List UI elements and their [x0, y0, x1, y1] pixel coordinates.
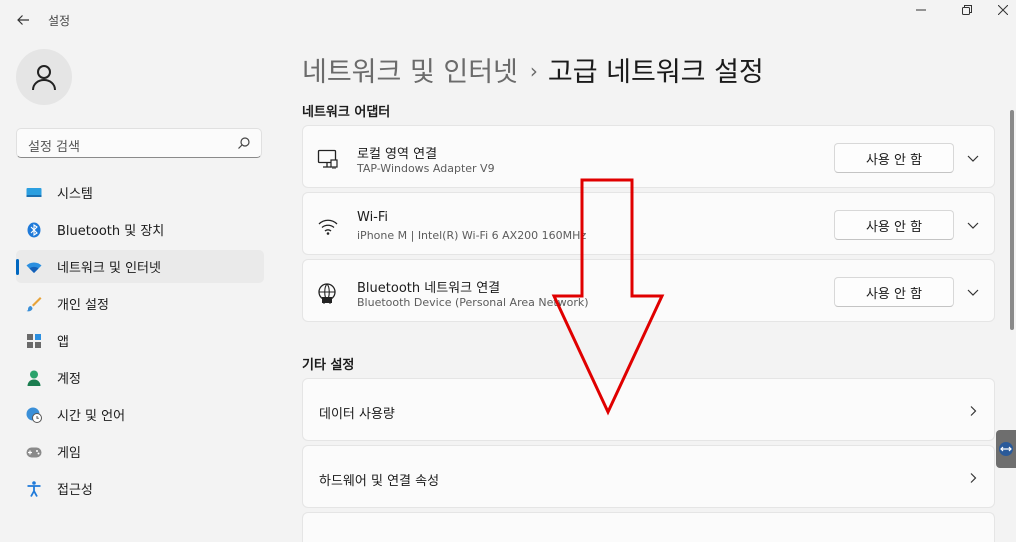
bluetooth-icon	[26, 222, 42, 238]
adapter-card-ethernet[interactable]: 로컬 영역 연결 TAP-Windows Adapter V9 사용 안 함	[302, 125, 995, 188]
disable-button[interactable]: 사용 안 함	[834, 210, 954, 240]
sidebar-item-bluetooth[interactable]: Bluetooth 및 장치	[16, 213, 264, 246]
sidebar-item-time-language[interactable]: 시간 및 언어	[16, 398, 264, 431]
data-usage-link[interactable]: 데이터 사용량	[302, 378, 995, 441]
back-arrow-icon	[17, 15, 29, 25]
search-input[interactable]: 설정 검색	[16, 128, 262, 158]
adapter-name: Bluetooth 네트워크 연결	[357, 281, 501, 296]
sidebar-item-label: 앱	[57, 335, 69, 350]
breadcrumb-parent[interactable]: 네트워크 및 인터넷	[302, 57, 518, 88]
sidebar-item-label: 시스템	[57, 187, 93, 202]
sidebar-item-label: 게임	[57, 446, 81, 461]
minimize-button[interactable]	[898, 0, 944, 20]
close-button[interactable]	[990, 0, 1016, 20]
sidebar-item-label: 계정	[57, 372, 81, 387]
hardware-properties-link[interactable]: 하드웨어 및 연결 속성	[302, 445, 995, 508]
link-title: 데이터 사용량	[319, 407, 395, 422]
sidebar-item-network[interactable]: 네트워크 및 인터넷	[16, 250, 264, 283]
disable-button[interactable]: 사용 안 함	[834, 143, 954, 173]
chevron-down-icon[interactable]	[965, 284, 981, 300]
restore-icon	[962, 5, 972, 15]
bluetooth-network-icon	[318, 283, 336, 304]
sidebar-item-personalization[interactable]: 개인 설정	[16, 287, 264, 320]
adapter-description: iPhone M | Intel(R) Wi-Fi 6 AX200 160MHz	[357, 229, 587, 242]
sidebar: 설정 검색 시스템 Bluetooth 및 장치 네트워크 및 인터넷 개인 설…	[0, 40, 280, 524]
wifi-icon	[318, 219, 338, 235]
gamepad-icon	[26, 444, 42, 460]
sidebar-item-label: 개인 설정	[57, 298, 109, 313]
adapter-name: 로컬 영역 연결	[357, 147, 438, 162]
wifi-icon	[26, 259, 42, 275]
breadcrumb-separator: ›	[529, 58, 538, 83]
sidebar-nav: 시스템 Bluetooth 및 장치 네트워크 및 인터넷 개인 설정 앱 계정…	[16, 176, 264, 509]
adapter-card-bluetooth[interactable]: Bluetooth 네트워크 연결 Bluetooth Device (Pers…	[302, 259, 995, 322]
section-title-adapters: 네트워크 어댑터	[302, 105, 391, 120]
ethernet-icon	[317, 149, 338, 169]
close-icon	[998, 5, 1008, 15]
sidebar-item-apps[interactable]: 앱	[16, 324, 264, 357]
adapter-description: TAP-Windows Adapter V9	[357, 162, 495, 175]
back-button[interactable]	[10, 8, 36, 32]
chevron-right-icon	[970, 406, 977, 416]
globe-clock-icon	[26, 407, 42, 423]
section-title-other: 기타 설정	[302, 358, 355, 373]
sidebar-item-label: 시간 및 언어	[57, 409, 126, 424]
sidebar-item-system[interactable]: 시스템	[16, 176, 264, 209]
scrollbar-thumb[interactable]	[1010, 110, 1014, 330]
minimize-icon	[916, 9, 926, 11]
sidebar-item-label: 네트워크 및 인터넷	[57, 261, 161, 276]
chevron-right-icon	[970, 473, 977, 483]
page-title: 고급 네트워크 설정	[547, 57, 764, 88]
disable-button[interactable]: 사용 안 함	[834, 277, 954, 307]
breadcrumb: 네트워크 및 인터넷 › 고급 네트워크 설정	[302, 50, 764, 89]
adapter-description: Bluetooth Device (Personal Area Network)	[357, 296, 589, 309]
accessibility-icon	[26, 481, 42, 497]
chevron-down-icon[interactable]	[965, 150, 981, 166]
sidebar-item-label: 접근성	[57, 483, 93, 498]
sidebar-item-gaming[interactable]: 게임	[16, 435, 264, 468]
adapter-card-wifi[interactable]: Wi-Fi iPhone M | Intel(R) Wi-Fi 6 AX200 …	[302, 192, 995, 255]
title-bar: 설정	[0, 0, 1016, 40]
chevron-down-icon[interactable]	[965, 217, 981, 233]
sidebar-item-accounts[interactable]: 계정	[16, 361, 264, 394]
apps-icon	[26, 333, 42, 349]
next-settings-card[interactable]	[302, 512, 995, 542]
app-title: 설정	[48, 14, 71, 28]
remote-control-icon	[999, 442, 1013, 456]
sidebar-item-label: Bluetooth 및 장치	[57, 224, 165, 239]
restore-button[interactable]	[944, 0, 990, 20]
monitor-icon	[26, 185, 42, 201]
search-placeholder: 설정 검색	[28, 140, 80, 155]
account-icon	[26, 370, 42, 386]
side-widget-tab[interactable]	[996, 430, 1016, 468]
link-title: 하드웨어 및 연결 속성	[319, 474, 440, 489]
user-icon	[32, 65, 56, 91]
brush-icon	[26, 296, 42, 312]
search-icon	[238, 137, 250, 149]
sidebar-item-accessibility[interactable]: 접근성	[16, 472, 264, 505]
avatar[interactable]	[16, 49, 72, 105]
adapter-name: Wi-Fi	[357, 210, 389, 225]
